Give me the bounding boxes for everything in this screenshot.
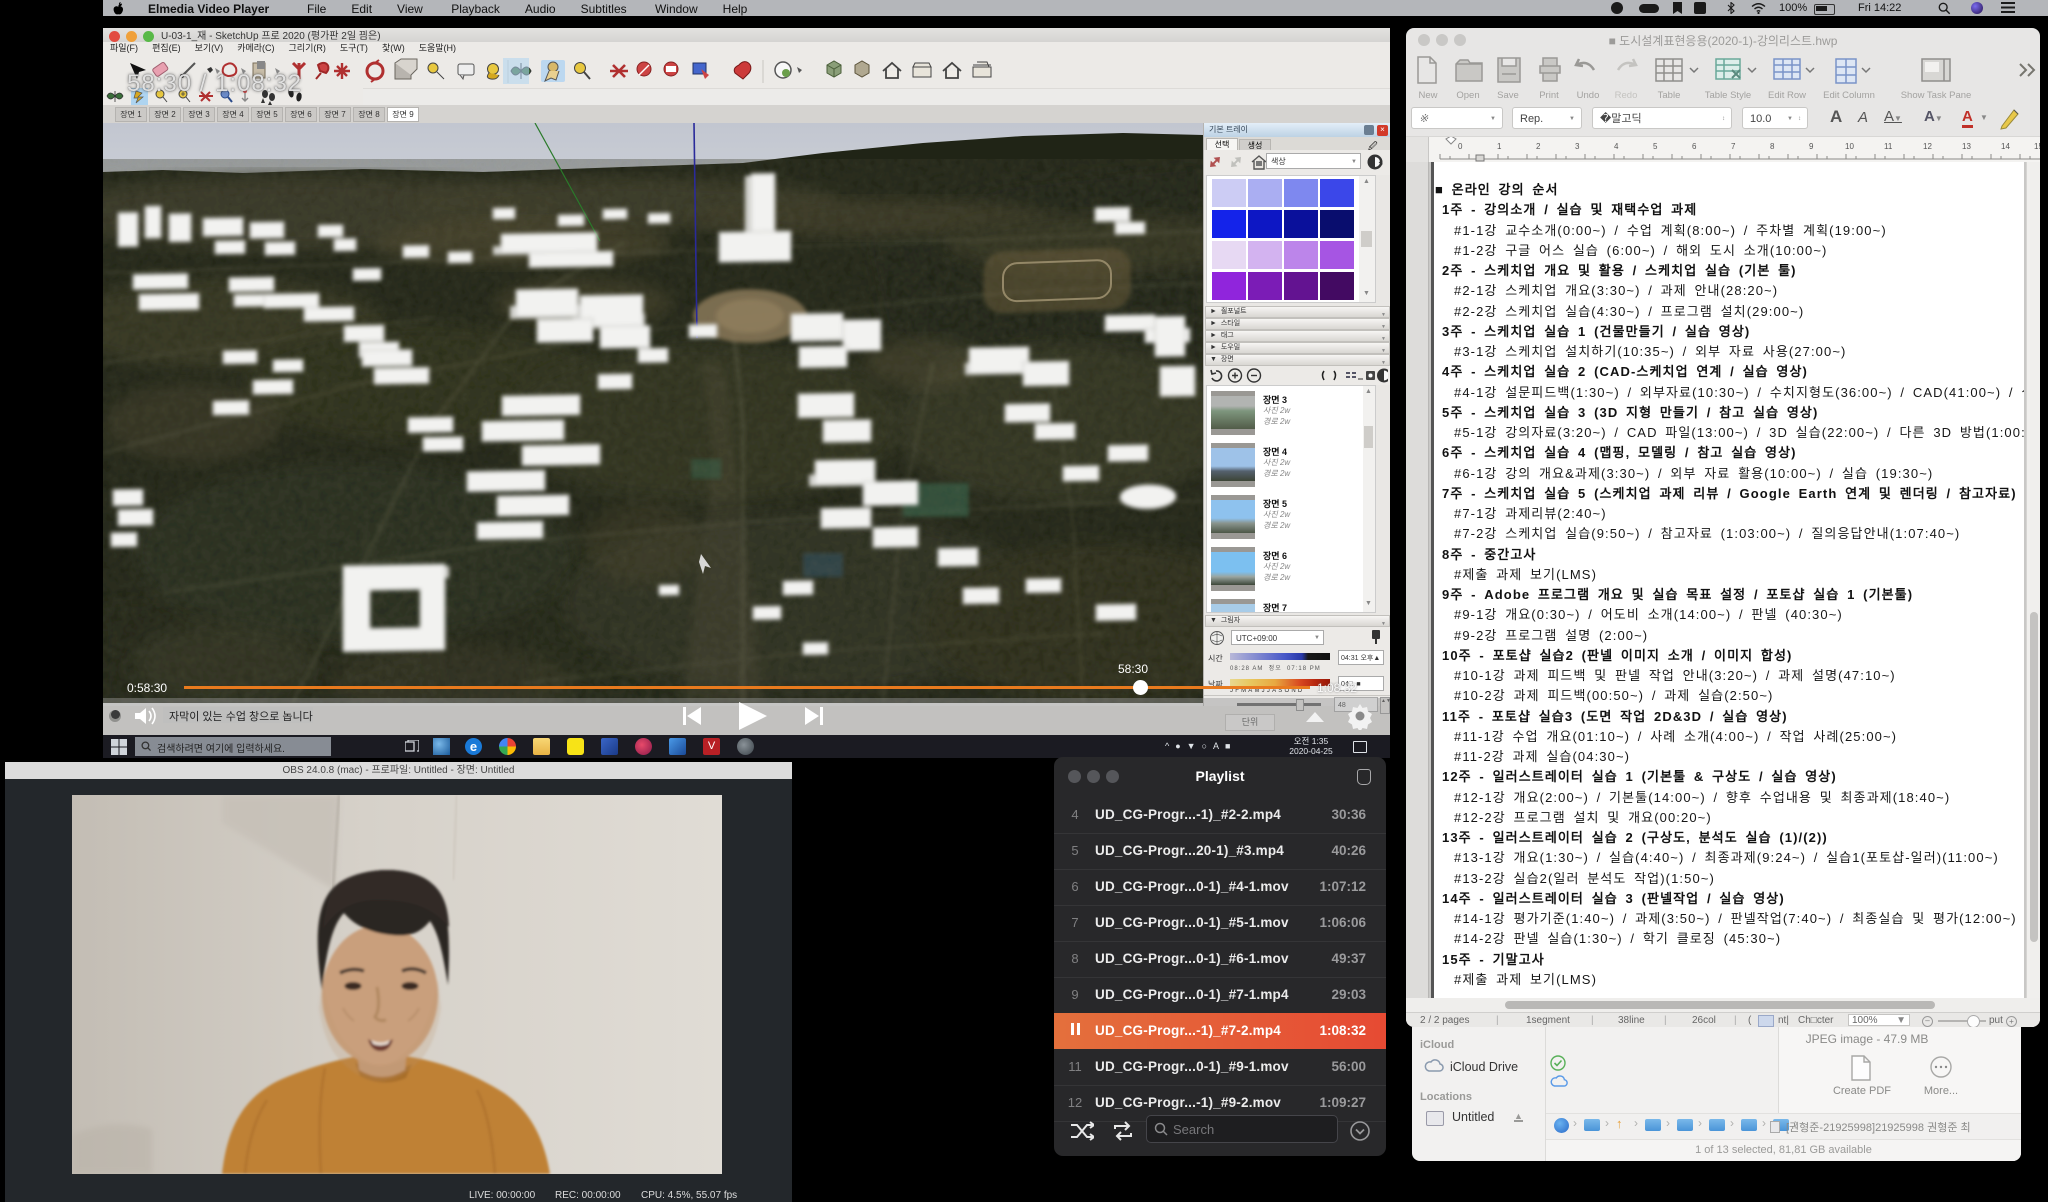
- svg-text:12: 12: [1923, 142, 1932, 151]
- svg-text:10: 10: [1845, 142, 1854, 151]
- svg-text:1: 1: [1497, 142, 1502, 151]
- svg-text:4: 4: [1614, 142, 1619, 151]
- svg-text:15: 15: [2034, 142, 2040, 151]
- svg-text:13: 13: [1962, 142, 1971, 151]
- svg-text:6: 6: [1692, 142, 1697, 151]
- svg-text:9: 9: [1809, 142, 1814, 151]
- svg-text:0: 0: [1458, 142, 1463, 151]
- svg-text:8: 8: [1770, 142, 1775, 151]
- svg-text:2: 2: [1536, 142, 1541, 151]
- svg-text:14: 14: [2001, 142, 2010, 151]
- svg-text:7: 7: [1731, 142, 1736, 151]
- svg-text:5: 5: [1653, 142, 1658, 151]
- svg-text:11: 11: [1884, 142, 1893, 151]
- svg-text:3: 3: [1575, 142, 1580, 151]
